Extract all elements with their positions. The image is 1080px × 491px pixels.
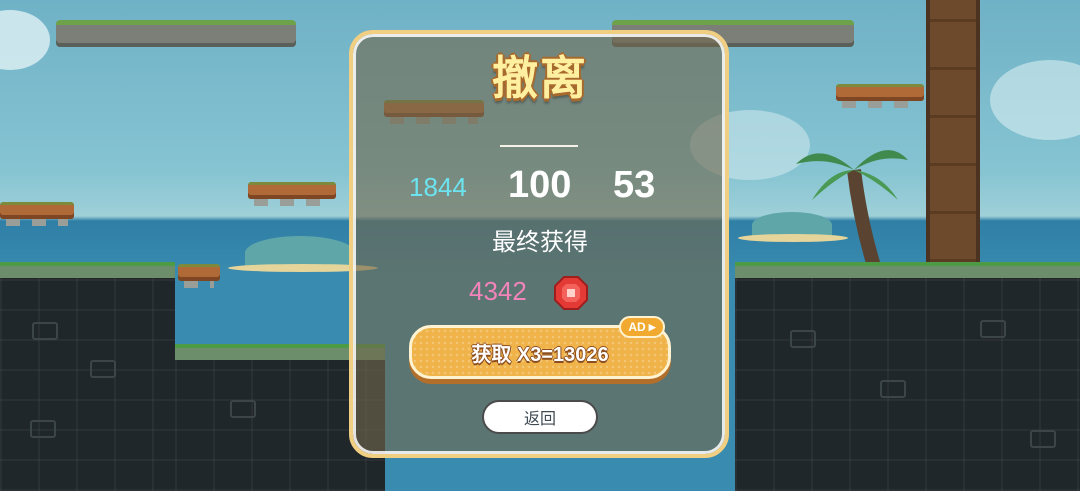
back-button-label: 返回 xyxy=(523,409,556,428)
dialog-title: 撤离 xyxy=(492,51,588,105)
red-gem-icon xyxy=(554,276,588,310)
ad-badge: AD ▶ xyxy=(619,316,665,338)
ad-badge-label: AD xyxy=(628,320,646,334)
title-divider xyxy=(500,145,578,147)
ad-button-label: 获取 X3=13026 xyxy=(471,343,609,366)
back-button[interactable]: 返回 xyxy=(482,400,598,434)
reward-amount: 4342 xyxy=(469,276,527,306)
stat-right-value: 53 xyxy=(613,164,656,206)
final-reward-label: 最终获得 xyxy=(492,228,588,256)
play-icon: ▶ xyxy=(648,321,656,332)
stat-left-value: 1844 xyxy=(409,172,467,202)
stat-middle-value: 100 xyxy=(508,164,572,206)
